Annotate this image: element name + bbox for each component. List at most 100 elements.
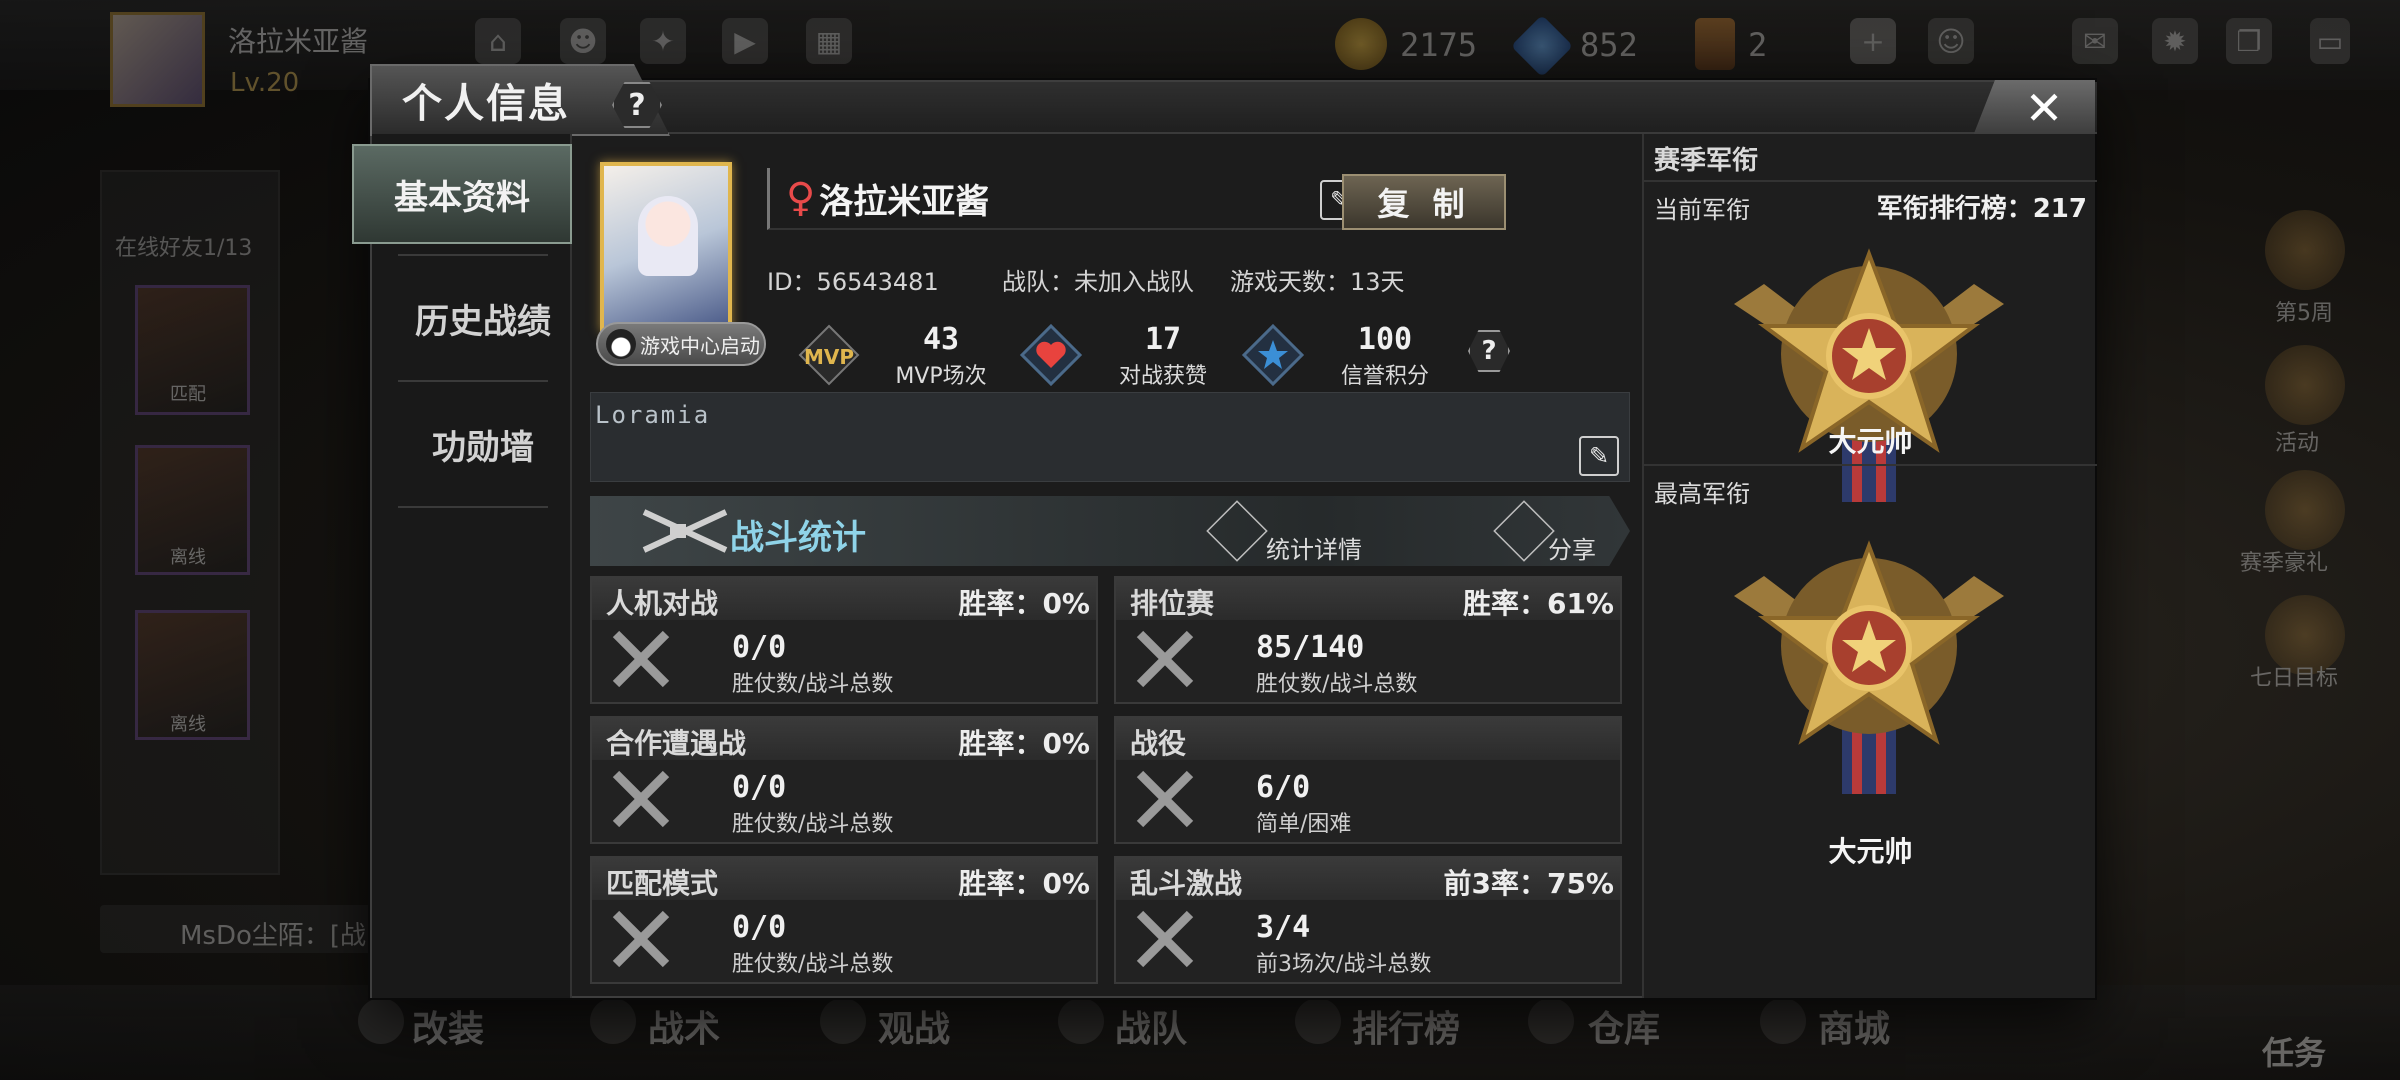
crossed-swords-icon (1136, 910, 1194, 968)
nav-divider (398, 506, 548, 508)
tactics-icon (590, 998, 636, 1044)
weekly-icon[interactable] (2265, 210, 2345, 290)
more-icon[interactable]: ▦ (806, 18, 852, 64)
player-level: Lv.20 (230, 68, 300, 98)
profile-section: ♀ 洛拉米亚酱 ✎ 复 制 ID：56543481 战队：未加入战队 游戏天数：… (572, 134, 1642, 994)
star-icon (1240, 322, 1306, 388)
card-rate: 胜率：61% (1462, 587, 1614, 620)
live-icon[interactable]: ▶ (722, 18, 768, 64)
card-value: 0/0 (732, 770, 787, 805)
leaderboard-icon (1295, 998, 1341, 1044)
activity-icon[interactable] (2265, 345, 2345, 425)
diamond-count: 852 (1580, 26, 1638, 64)
mvp-icon: MVP (796, 322, 862, 388)
stat-card-campaign: 战役 6/0 简单/困难 (1114, 716, 1622, 844)
bottom-nav-item[interactable]: 战队 (1115, 1000, 1187, 1052)
team-icon (1058, 998, 1104, 1044)
card-value: 85/140 (1256, 630, 1365, 665)
stats-help-icon[interactable]: ? (1468, 330, 1510, 372)
rank-divider (1644, 464, 2097, 466)
season-gift-icon[interactable] (2265, 470, 2345, 550)
mail-icon[interactable]: ✉ (2072, 18, 2118, 64)
battle-stats-title: 战斗统计 (730, 518, 866, 558)
card-value: 3/4 (1256, 910, 1311, 945)
nav-divider (398, 254, 548, 256)
book-icon[interactable]: ❐ (2226, 18, 2272, 64)
highest-rank-label: 最高军衔 (1654, 480, 1750, 508)
friends-online-label: 在线好友1/13 (115, 236, 253, 261)
name-box: ♀ 洛拉米亚酱 (767, 168, 1367, 230)
tab-medal-wall[interactable]: 功勋墙 (398, 394, 568, 494)
likes-count: 17 (1144, 322, 1182, 357)
penguin-icon (606, 329, 636, 359)
current-rank-name: 大元帅 (1828, 425, 1913, 458)
gift-icon[interactable]: ✦ (640, 18, 686, 64)
game-center-label: 游戏中心启动 (640, 333, 760, 358)
card-rate: 胜率：0% (958, 727, 1090, 760)
likes-stat: 17 对战获赞 (1018, 322, 1238, 392)
bottom-nav-item[interactable]: 战术 (648, 1000, 720, 1052)
card-title: 人机对战 (606, 587, 719, 620)
card-subtitle: 胜仗数/战斗总数 (732, 812, 894, 837)
seven-day-label: 七日目标 (2250, 666, 2339, 691)
coin-icon (1335, 18, 1387, 70)
card-value: 0/0 (732, 630, 787, 665)
coin-count: 2175 (1400, 26, 1478, 64)
player-name: 洛拉米亚酱 (819, 181, 990, 222)
heart-icon (1018, 322, 1084, 388)
mvp-count: 43 (922, 322, 960, 357)
likes-label: 对战获赞 (1118, 364, 1207, 389)
mvp-label: MVP场次 (895, 364, 987, 389)
card-subtitle: 前3场次/战斗总数 (1256, 952, 1432, 977)
battery-icon: ▭ (2310, 18, 2350, 64)
bottom-nav-item[interactable]: 改装 (412, 1000, 484, 1052)
soldier-icon[interactable]: ☻ (560, 18, 606, 64)
avatar[interactable] (600, 162, 732, 332)
card-rate: 胜率：0% (958, 867, 1090, 900)
player-avatar[interactable] (110, 12, 205, 107)
gear-icon[interactable]: ✹ (2152, 18, 2198, 64)
signature-box[interactable]: Loramia (590, 392, 1630, 482)
card-subtitle: 胜仗数/战斗总数 (732, 672, 894, 697)
female-icon: ♀ (786, 175, 816, 221)
share-icon[interactable] (1493, 500, 1555, 562)
edit-signature-icon[interactable]: ✎ (1579, 436, 1619, 476)
tab-basic-info[interactable]: 基本资料 (352, 144, 572, 244)
credit-label: 信誉积分 (1340, 364, 1429, 389)
season-rank-header: 赛季军衔 (1654, 146, 1759, 176)
team-info: 战队：未加入战队 (1002, 268, 1194, 296)
copy-button[interactable]: 复 制 (1342, 174, 1506, 230)
tab-history[interactable]: 历史战绩 (398, 268, 568, 368)
friends-icon[interactable]: ☺ (1928, 18, 1974, 64)
card-title: 匹配模式 (606, 867, 719, 900)
shop-icon (1760, 998, 1806, 1044)
stat-card-ranked: 排位赛 胜率：61% 85/140 胜仗数/战斗总数 (1114, 576, 1622, 704)
rank-leaderboard[interactable]: 军衔排行榜：217 (1877, 188, 2087, 225)
add-icon[interactable]: + (1850, 18, 1896, 64)
season-gift-label: 赛季豪礼 (2240, 551, 2329, 576)
game-center-button[interactable]: 游戏中心启动 (596, 322, 766, 366)
battle-stats-header: 战斗统计 统计详情 分享 (590, 496, 1630, 566)
play-days: 游戏天数：13天 (1230, 268, 1405, 296)
bottom-nav-item[interactable]: 仓库 (1588, 1000, 1660, 1052)
rank-divider (1644, 180, 2097, 182)
bottom-nav-item[interactable]: 商城 (1818, 1000, 1890, 1052)
stats-detail-icon[interactable] (1206, 500, 1268, 562)
ticket-icon (1695, 18, 1735, 70)
mvp-stat: MVP 43 MVP场次 (796, 322, 1016, 392)
stats-detail-link[interactable]: 统计详情 (1266, 530, 1362, 565)
player-name: 洛拉米亚酱 (228, 25, 369, 58)
card-subtitle: 简单/困难 (1256, 812, 1352, 837)
stat-card-match: 匹配模式 胜率：0% 0/0 胜仗数/战斗总数 (590, 856, 1098, 984)
home-icon[interactable]: ⌂ (475, 18, 521, 64)
task-button[interactable]: 任务 (2262, 1028, 2326, 1074)
ticket-count: 2 (1748, 26, 1768, 64)
bottom-nav-item[interactable]: 排行榜 (1352, 1000, 1460, 1052)
crossed-swords-icon (1136, 630, 1194, 688)
card-title: 排位赛 (1130, 587, 1215, 620)
bottom-nav-item[interactable]: 观战 (878, 1000, 950, 1052)
card-rate: 胜率：0% (958, 587, 1090, 620)
credit-stat: 100 信誉积分 (1240, 322, 1460, 392)
card-title: 合作遭遇战 (606, 727, 747, 760)
share-link[interactable]: 分享 (1548, 530, 1596, 565)
